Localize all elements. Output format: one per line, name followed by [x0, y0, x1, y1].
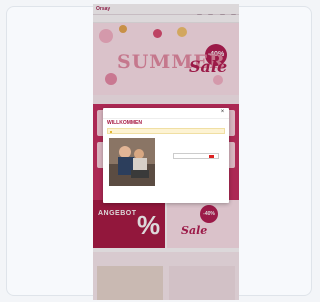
welcome-modal: × WILLKOMMEN	[103, 108, 229, 203]
modal-header: ×	[103, 108, 229, 119]
modal-notice	[107, 128, 225, 134]
flag-icon	[209, 155, 214, 158]
mobile-page: Orsay -40% SUMMER Sale ANGEBOT % -40% Sa…	[93, 4, 239, 300]
close-icon[interactable]: ×	[219, 109, 226, 116]
modal-photo	[109, 138, 155, 186]
modal-title: WILLKOMMEN	[107, 120, 142, 126]
country-select[interactable]	[173, 153, 219, 159]
